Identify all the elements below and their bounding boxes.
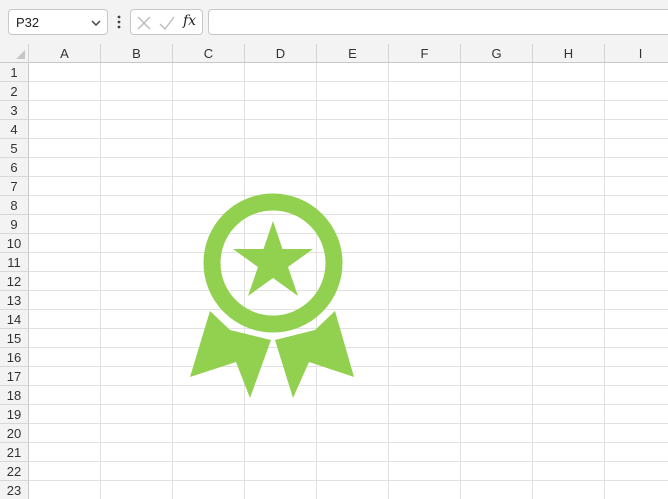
name-box[interactable]: P32 [8, 9, 108, 35]
row-header-3[interactable]: 3 [0, 101, 29, 120]
close-icon[interactable] [136, 15, 152, 31]
row-header-8[interactable]: 8 [0, 196, 29, 215]
row-header-5[interactable]: 5 [0, 139, 29, 158]
column-header-c[interactable]: C [173, 44, 245, 63]
column-header-b[interactable]: B [101, 44, 173, 63]
award-ribbon-shapes[interactable] [190, 193, 354, 398]
column-header-a[interactable]: A [29, 44, 101, 63]
column-headers: ABCDEFGHI [29, 44, 668, 63]
formula-buttons: fx [130, 9, 203, 35]
row-header-2[interactable]: 2 [0, 82, 29, 101]
row-header-16[interactable]: 16 [0, 348, 29, 367]
row-header-6[interactable]: 6 [0, 158, 29, 177]
column-header-f[interactable]: F [389, 44, 461, 63]
formula-bar: P32 fx [0, 0, 668, 44]
vertical-ellipsis-icon[interactable] [114, 13, 124, 31]
column-header-i[interactable]: I [605, 44, 668, 63]
row-header-13[interactable]: 13 [0, 291, 29, 310]
checkmark-icon[interactable] [158, 15, 176, 31]
column-header-h[interactable]: H [533, 44, 605, 63]
row-header-14[interactable]: 14 [0, 310, 29, 329]
row-header-17[interactable]: 17 [0, 367, 29, 386]
row-header-10[interactable]: 10 [0, 234, 29, 253]
select-all-button[interactable] [0, 44, 29, 63]
chevron-down-icon[interactable] [89, 16, 103, 30]
row-header-7[interactable]: 7 [0, 177, 29, 196]
row-header-15[interactable]: 15 [0, 329, 29, 348]
row-header-1[interactable]: 1 [0, 63, 29, 82]
column-header-e[interactable]: E [317, 44, 389, 63]
row-header-9[interactable]: 9 [0, 215, 29, 234]
row-header-20[interactable]: 20 [0, 424, 29, 443]
row-header-21[interactable]: 21 [0, 443, 29, 462]
row-header-19[interactable]: 19 [0, 405, 29, 424]
award-ribbon-icon[interactable] [186, 192, 358, 404]
row-header-18[interactable]: 18 [0, 386, 29, 405]
formula-input[interactable] [208, 9, 668, 35]
column-header-g[interactable]: G [461, 44, 533, 63]
worksheet-grid: ABCDEFGHI 1 2 3 4 5 6 7 8 9 10 11 12 13 14 15 16 17 18 19 2… [0, 44, 668, 499]
award-star [233, 221, 313, 296]
select-all-triangle-icon [16, 50, 25, 59]
row-header-11[interactable]: 11 [0, 253, 29, 272]
insert-function-button[interactable]: fx [183, 13, 196, 29]
name-box-value[interactable]: P32 [16, 15, 39, 30]
row-header-22[interactable]: 22 [0, 462, 29, 481]
row-header-12[interactable]: 12 [0, 272, 29, 291]
column-header-d[interactable]: D [245, 44, 317, 63]
row-header-23[interactable]: 23 [0, 481, 29, 499]
row-header-4[interactable]: 4 [0, 120, 29, 139]
